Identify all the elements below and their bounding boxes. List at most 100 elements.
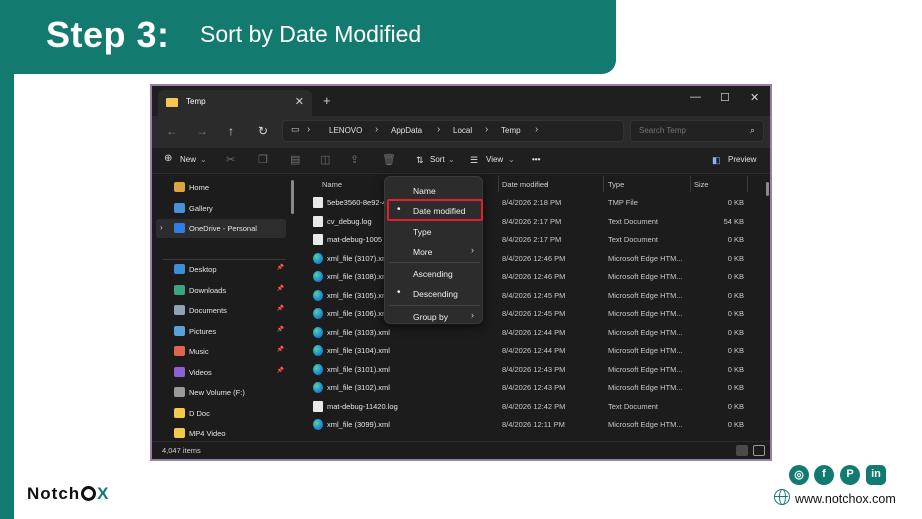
new-tab-button[interactable]: +: [323, 93, 331, 108]
file-name: mat-debug-11420.log: [327, 401, 398, 411]
sort-menu-item[interactable]: Ascending: [385, 263, 484, 283]
file-row[interactable]: xml_file (3101).xml 8/4/2026 12:43 PM Micr…: [298, 361, 764, 380]
more-options-button[interactable]: •••: [532, 155, 540, 164]
file-row[interactable]: 5ebe3560-8e92-4 8/4/2026 2:18 PM TMP File 0…: [298, 194, 764, 213]
details-view-icon[interactable]: [736, 445, 748, 456]
monitor-icon: ▭: [291, 124, 300, 134]
file-row[interactable]: xml_file (3106).xm 8/4/2026 12:45 PM Micro…: [298, 305, 764, 324]
file-row[interactable]: xml_file (3099).xml 8/4/2026 12:11 PM Micr…: [298, 416, 764, 435]
menu-separator: [389, 305, 480, 306]
facebook-icon[interactable]: f: [814, 465, 834, 485]
sidebar-item[interactable]: Downloads 📌: [156, 281, 286, 300]
expand-chevron-icon[interactable]: ›: [160, 223, 163, 232]
edge-file-icon: [313, 289, 323, 301]
file-row[interactable]: xml_file (3103).xml 8/4/2026 12:44 PM Micr…: [298, 324, 764, 343]
title-bar: Temp ✕ + — ☐ ✕: [152, 86, 770, 116]
minimize-button[interactable]: —: [690, 91, 701, 103]
edge-file-icon: [313, 252, 323, 264]
sidebar-item[interactable]: Music 📌: [156, 342, 286, 361]
paste-icon[interactable]: ▤: [290, 153, 300, 166]
new-button[interactable]: New: [180, 155, 196, 164]
sidebar-item[interactable]: Gallery: [156, 199, 286, 218]
sidebar-item[interactable]: › OneDrive - Personal: [156, 219, 286, 238]
edge-file-icon: [313, 419, 323, 430]
forward-button[interactable]: →: [196, 124, 208, 138]
social-glyph: P: [846, 468, 854, 480]
sidebar-item[interactable]: Home: [156, 178, 286, 197]
file-row[interactable]: mat-debug-1005 8/4/2026 2:17 PM Text Docum…: [298, 231, 764, 250]
column-separator[interactable]: [498, 176, 499, 192]
maximize-button[interactable]: ☐: [720, 91, 730, 104]
file-row[interactable]: cv_debug.log 8/4/2026 2:17 PM Text Documen…: [298, 213, 764, 232]
pinterest-icon[interactable]: P: [840, 465, 860, 485]
delete-icon[interactable]: 🗑: [382, 153, 396, 166]
tab-temp[interactable]: Temp ✕: [158, 90, 312, 116]
selected-bullet-icon: •: [397, 287, 401, 298]
file-row[interactable]: xml_file (3105).xm 8/4/2026 12:45 PM Micro…: [298, 287, 764, 306]
breadcrumb-local[interactable]: Local: [453, 126, 472, 135]
sidebar-item[interactable]: D Doc: [156, 404, 286, 423]
sidebar-scrollbar[interactable]: [291, 180, 294, 214]
file-name: xml_file (3102).xml: [327, 383, 390, 392]
column-separator[interactable]: [747, 176, 748, 192]
file-row[interactable]: xml_file (3104).xml 8/4/2026 12:44 PM Micr…: [298, 342, 764, 361]
file-type: Text Document: [608, 401, 659, 411]
file-date: 8/4/2026 2:17 PM: [502, 235, 562, 244]
column-separator[interactable]: [690, 176, 691, 192]
column-type[interactable]: Type: [608, 180, 624, 189]
sidebar-item[interactable]: New Volume (F:): [156, 383, 286, 402]
file-size: 0 KB: [727, 401, 744, 411]
sort-menu-item[interactable]: Group by ›: [385, 306, 484, 326]
file-row[interactable]: xml_file (3107).xm 8/4/2026 12:46 PM Micro…: [298, 250, 764, 269]
file-row[interactable]: mat-debug-11420.log 8/4/2026 12:42 PM Text…: [298, 398, 764, 417]
file-date: 8/4/2026 12:45 PM: [502, 309, 566, 318]
sort-button[interactable]: Sort: [430, 155, 445, 164]
sort-menu-item[interactable]: More ›: [385, 241, 484, 261]
sort-menu-item[interactable]: • Descending: [385, 283, 484, 303]
up-button[interactable]: ↑: [228, 124, 234, 138]
chevron-down-icon: ⌄: [508, 155, 515, 164]
file-row[interactable]: xml_file (3108).xm 8/4/2026 12:46 PM Micro…: [298, 268, 764, 287]
breadcrumb-lenovo[interactable]: LENOVO: [329, 126, 362, 135]
search-input[interactable]: [639, 126, 739, 135]
preview-button[interactable]: Preview: [728, 155, 756, 164]
file-type: Text Document: [608, 216, 659, 226]
file-list-scrollbar[interactable]: [766, 182, 769, 196]
sort-menu-item[interactable]: Type: [385, 221, 484, 241]
sidebar-item[interactable]: Documents 📌: [156, 301, 286, 320]
back-button[interactable]: ←: [166, 124, 178, 138]
sort-menu-item[interactable]: Name: [385, 180, 484, 200]
sidebar-item-icon: [174, 182, 185, 192]
linkedin-icon[interactable]: in: [866, 465, 886, 485]
sidebar-item[interactable]: Videos 📌: [156, 363, 286, 382]
column-size[interactable]: Size: [694, 180, 709, 189]
sidebar-item[interactable]: Pictures 📌: [156, 322, 286, 341]
column-name[interactable]: Name: [322, 180, 342, 189]
file-row[interactable]: xml_file (3102).xml 8/4/2026 12:43 PM Micr…: [298, 379, 764, 398]
document-icon: [313, 215, 323, 227]
breadcrumb-temp[interactable]: Temp: [501, 126, 521, 135]
sort-menu-item-label: More: [413, 247, 433, 257]
view-button[interactable]: View: [486, 155, 503, 164]
chevron-down-icon: ⌄: [200, 155, 207, 164]
share-icon[interactable]: ⇪: [350, 153, 359, 166]
copy-icon[interactable]: ❐: [258, 153, 268, 166]
file-date: 8/4/2026 12:43 PM: [502, 364, 566, 374]
breadcrumb[interactable]: ▭ › LENOVO › AppData › Local › Temp ›: [282, 120, 624, 142]
refresh-button[interactable]: ↻: [258, 124, 268, 138]
file-type: Microsoft Edge HTM...: [608, 290, 683, 300]
close-window-button[interactable]: ✕: [750, 91, 759, 104]
breadcrumb-appdata[interactable]: AppData: [391, 126, 422, 135]
column-date-modified[interactable]: Date modified: [502, 180, 548, 189]
sidebar-item[interactable]: Desktop 📌: [156, 260, 286, 279]
instagram-icon[interactable]: ◎: [789, 465, 809, 485]
file-date: 8/4/2026 12:44 PM: [502, 327, 566, 337]
rename-icon[interactable]: ◫: [320, 153, 330, 166]
close-tab-icon[interactable]: ✕: [295, 95, 304, 108]
column-separator[interactable]: [603, 176, 604, 192]
sidebar-item-label: OneDrive - Personal: [189, 224, 257, 233]
cut-icon[interactable]: ✂: [226, 153, 235, 166]
website-link[interactable]: www.notchox.com: [795, 492, 896, 506]
sort-menu-item-label: Group by: [413, 312, 448, 322]
tiles-view-icon[interactable]: [753, 445, 765, 456]
